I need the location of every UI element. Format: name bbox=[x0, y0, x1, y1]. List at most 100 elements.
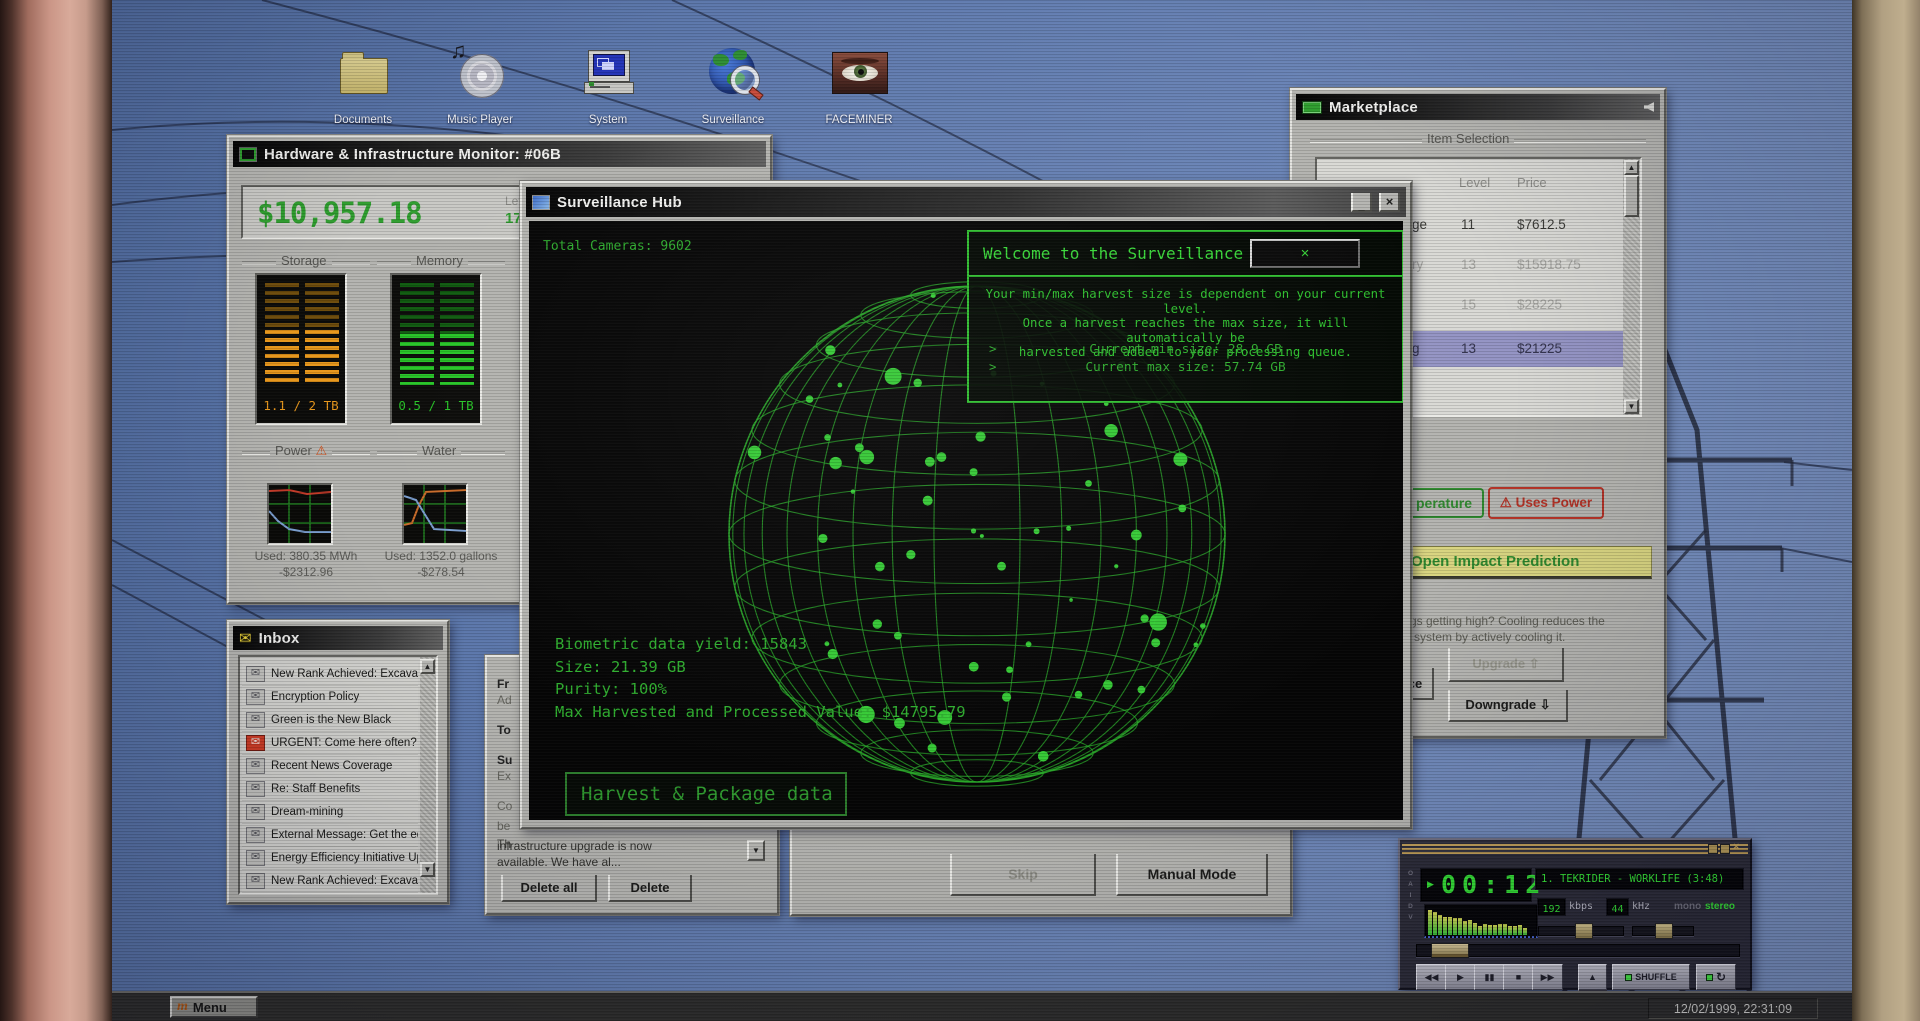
clutterbar[interactable]: OAIDV bbox=[1408, 868, 1413, 923]
message-body-line: infrastructure upgrade is now bbox=[497, 839, 652, 853]
mail-subject: URGENT: Come here often? bbox=[271, 737, 417, 749]
balance-slider[interactable] bbox=[1632, 923, 1694, 939]
shuffle-button[interactable]: SHUFFLE bbox=[1612, 964, 1690, 990]
message-body-line: available. We have al... bbox=[497, 855, 621, 869]
eject-button[interactable]: ▲ bbox=[1578, 964, 1607, 992]
upgrade-button[interactable]: Upgrade ⇧ bbox=[1448, 648, 1564, 682]
mail-subject: Dream-mining bbox=[271, 806, 344, 818]
desktop-icon-faceminer[interactable]: FACEMINER bbox=[825, 42, 893, 130]
delete-button[interactable]: Delete bbox=[608, 875, 692, 902]
memory-lcd: 0.5 / 1 TB bbox=[390, 273, 482, 425]
desktop-icon-music-player[interactable]: ♫ Music Player bbox=[447, 38, 513, 130]
min-size: Current min size: 28.9 GB bbox=[1089, 342, 1282, 357]
player-close-icon[interactable]: × bbox=[1733, 841, 1745, 853]
dialog-close-button[interactable]: × bbox=[1250, 239, 1360, 268]
list-item[interactable]: ✉ Recent News Coverage bbox=[242, 755, 418, 778]
field-fragment: be bbox=[497, 819, 511, 833]
desktop-icon-system[interactable]: System bbox=[576, 42, 640, 130]
next-button[interactable]: ▶▶ bbox=[1532, 964, 1563, 990]
list-item[interactable]: ✉ External Message: Get the edge... bbox=[242, 824, 418, 847]
scrollbar-thumb[interactable] bbox=[1624, 175, 1639, 217]
field-fragment: Ex bbox=[497, 769, 512, 783]
menu-button[interactable]: m Menu bbox=[170, 996, 258, 1018]
memory-gauge-group: Memory 0.5 / 1 TB bbox=[377, 253, 505, 435]
mail-icon: ✉ bbox=[246, 827, 265, 843]
dialog-text: Your min/max harvest size is dependent o… bbox=[985, 287, 1386, 316]
inbox-titlebar[interactable]: ✉ Inbox bbox=[233, 626, 443, 650]
play-button[interactable]: ▶ bbox=[1445, 964, 1476, 990]
scroll-down-button[interactable]: ▼ bbox=[1624, 399, 1639, 414]
list-item-urgent[interactable]: ✉URGENT: High Electricity Usage bbox=[242, 893, 418, 895]
harvest-size: Size: 21.39 GB bbox=[555, 657, 686, 676]
pause-button[interactable]: ▮▮ bbox=[1474, 964, 1505, 990]
clock: 12/02/1999, 22:31:09 bbox=[1673, 1001, 1793, 1016]
minimize-button[interactable]: _ bbox=[1351, 192, 1372, 212]
inbox-window: ✉ Inbox ✉ New Rank Achieved: Excavato... … bbox=[227, 620, 449, 904]
dropdown-arrow-button[interactable]: ▼ bbox=[747, 840, 765, 861]
harvest-package-button[interactable]: Harvest & Package data bbox=[565, 772, 847, 816]
max-processed-value: Max Harvested and Processed Value: $1479… bbox=[555, 702, 966, 721]
bitrate-unit: kbps bbox=[1569, 901, 1594, 912]
eye-icon bbox=[832, 52, 888, 94]
folder-icon bbox=[340, 52, 388, 94]
balance-handle[interactable] bbox=[1655, 923, 1673, 939]
music-notes-icon: ♫ bbox=[450, 38, 467, 63]
balance-value: $10,957.18 bbox=[257, 196, 423, 230]
seek-bar[interactable] bbox=[1416, 943, 1740, 958]
list-item[interactable]: ✉ New Rank Achieved: Excavato... bbox=[242, 870, 418, 893]
close-button[interactable]: × bbox=[1379, 192, 1400, 212]
desktop-icon-surveillance[interactable]: Surveillance bbox=[701, 42, 765, 130]
skip-button[interactable]: Skip bbox=[950, 854, 1096, 896]
item-name: ge bbox=[1412, 217, 1428, 232]
open-impact-prediction-button[interactable]: Open Impact Prediction bbox=[1402, 546, 1652, 579]
volume-slider[interactable] bbox=[1538, 923, 1624, 939]
item-price: $15918.75 bbox=[1517, 257, 1581, 272]
seek-handle[interactable] bbox=[1431, 943, 1469, 958]
item-price: $21225 bbox=[1517, 341, 1563, 356]
volume-handle[interactable] bbox=[1575, 923, 1593, 939]
list-item[interactable]: ✉ Encryption Policy bbox=[242, 686, 418, 709]
desktop-icon-documents[interactable]: Documents bbox=[331, 42, 395, 130]
scroll-up-button[interactable]: ▲ bbox=[1624, 160, 1639, 175]
uses-power-badge: ⚠ Uses Power bbox=[1488, 487, 1604, 519]
scroll-down-button[interactable]: ▼ bbox=[420, 862, 435, 877]
menu-logo-icon: m bbox=[177, 999, 188, 1014]
list-item[interactable]: ✉ Energy Efficiency Initiative Upd... bbox=[242, 847, 418, 870]
hardware-titlebar[interactable]: Hardware & Infrastructure Monitor: #06B bbox=[233, 141, 766, 167]
list-item[interactable]: ✉ Dream-mining bbox=[242, 801, 418, 824]
storage-value: 1.1 / 2 TB bbox=[263, 398, 339, 413]
bitrate-display: 192 bbox=[1537, 898, 1566, 916]
stop-button[interactable]: ■ bbox=[1503, 964, 1534, 990]
scroll-up-button[interactable]: ▲ bbox=[420, 659, 435, 674]
list-item[interactable]: ✉ Re: Staff Benefits bbox=[242, 778, 418, 801]
mail-subject: New Rank Achieved: Excavato... bbox=[271, 668, 418, 680]
temperature-badge: perature bbox=[1404, 488, 1484, 518]
time-display[interactable]: ▶ 00:12 bbox=[1420, 868, 1540, 902]
process-window: Skip Manual Mode bbox=[790, 822, 1292, 916]
track-title-display[interactable]: 1. TEKRIDER - WORKLIFE (3:48) bbox=[1535, 868, 1744, 890]
speaker-icon[interactable] bbox=[1644, 102, 1654, 112]
delete-all-button[interactable]: Delete all bbox=[501, 875, 597, 902]
list-item-urgent[interactable]: ✉ URGENT: Come here often? bbox=[242, 732, 418, 755]
monitor-bezel-left bbox=[0, 0, 112, 1021]
player-minimize-button[interactable] bbox=[1708, 844, 1718, 854]
loop-button[interactable]: ↻ bbox=[1696, 964, 1736, 990]
track-title: 1. TEKRIDER - WORKLIFE (3:48) bbox=[1541, 873, 1725, 885]
player-titlebar[interactable] bbox=[1402, 842, 1748, 854]
water-used: Used: 1352.0 gallons bbox=[384, 549, 498, 563]
item-level: 13 bbox=[1461, 341, 1477, 356]
manual-mode-button[interactable]: Manual Mode bbox=[1116, 854, 1268, 896]
downgrade-button[interactable]: Downgrade ⇩ bbox=[1448, 690, 1568, 722]
player-shade-button[interactable] bbox=[1720, 844, 1730, 854]
item-level: 15 bbox=[1461, 297, 1477, 312]
previous-button[interactable]: ◀◀ bbox=[1416, 964, 1447, 990]
list-item[interactable]: ✉ Green is the New Black bbox=[242, 709, 418, 732]
window-title: Hardware & Infrastructure Monitor: #06B bbox=[264, 145, 562, 163]
spectrum-analyzer bbox=[1424, 904, 1538, 938]
cooling-info-line1: gs getting high? Cooling reduces the bbox=[1410, 614, 1605, 628]
surveillance-titlebar[interactable]: Surveillance Hub _ × bbox=[526, 187, 1406, 217]
scrollbar-track[interactable] bbox=[420, 657, 436, 893]
marketplace-titlebar[interactable]: Marketplace bbox=[1296, 94, 1660, 120]
list-item[interactable]: ✉ New Rank Achieved: Excavato... bbox=[242, 663, 418, 686]
item-price: $7612.5 bbox=[1517, 217, 1566, 232]
